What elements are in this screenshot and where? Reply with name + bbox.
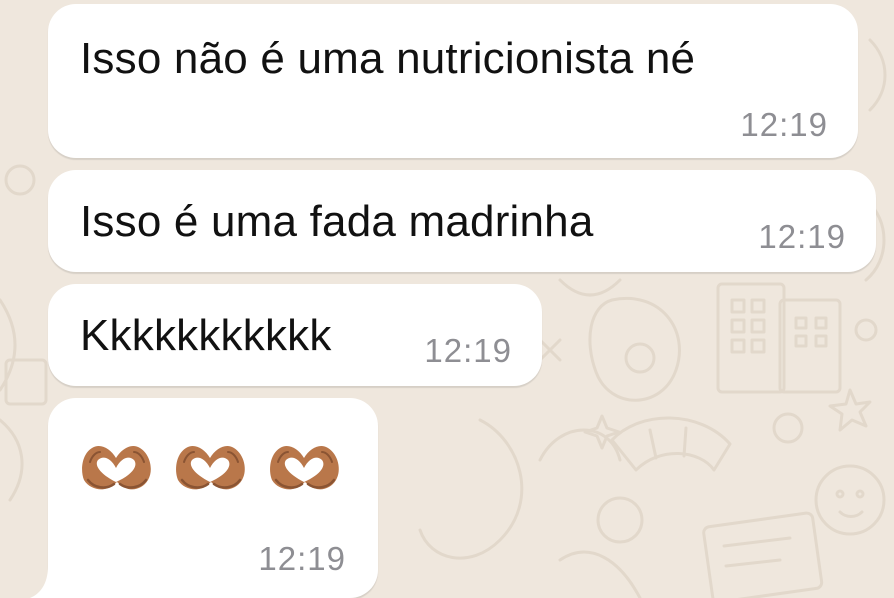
message-timestamp: 12:19 (740, 106, 828, 143)
message-bubble[interactable]: Isso é uma fada madrinha 12:19 (48, 170, 876, 272)
flower-doodle-icon (828, 388, 872, 432)
message-text: Kkkkkkkkkkk (80, 311, 332, 360)
message-bubble[interactable]: Isso não é uma nutricionista né 12:19 (48, 4, 858, 158)
heart-hands-icon (176, 446, 245, 490)
egg-doodle-icon (588, 297, 681, 402)
bubble-tail (30, 566, 70, 598)
emoji-message-bubble[interactable]: 12:19 (48, 398, 378, 598)
heart-hands-icon (270, 446, 339, 490)
message-timestamp: 12:19 (424, 332, 512, 369)
face-doodle-icon (814, 464, 886, 536)
croissant-doodle-icon (610, 416, 732, 472)
emoji-row (78, 440, 344, 496)
message-timestamp: 12:19 (258, 540, 346, 577)
message-text: Isso não é uma nutricionista né (80, 34, 696, 83)
heart-hands-icon (82, 446, 151, 490)
paper-doodle-icon (702, 511, 824, 598)
message-timestamp: 12:19 (758, 218, 846, 255)
message-bubble[interactable]: Kkkkkkkkkkk 12:19 (48, 284, 542, 386)
message-text: Isso é uma fada madrinha (80, 197, 594, 246)
